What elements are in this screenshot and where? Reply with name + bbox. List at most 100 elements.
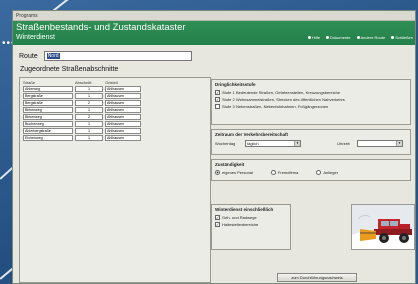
nav-close[interactable]: Schließen [391,35,413,41]
section-cell[interactable]: 2 [75,100,103,106]
urgency-checkbox[interactable]: ✓ [215,90,220,95]
urgency-item: ✓ Stufe 1 Bedeutende Straßen, Gefahrenstel… [212,89,410,96]
district-cell[interactable]: Ahlhausen [105,93,141,99]
street-cell[interactable]: Bergstraße [23,100,73,106]
street-cell[interactable]: Bergstraße [23,93,73,99]
nav-documents[interactable]: Dokumente [326,35,351,41]
table-row: Bergstraße 2 Ahlhausen [20,100,210,106]
weekday-select[interactable]: täglich ▼ [245,140,301,147]
proof-of-service-button[interactable]: zum Durchführungsnachweis [277,273,357,282]
nav-other-route[interactable]: Andere Route [356,35,385,41]
responsibility-radio[interactable] [316,170,322,175]
responsibility-title: Zuständigkeit [215,162,245,167]
responsibility-options: eigenes Personal Fremdfirma Anlieger [212,169,410,176]
urgency-item: ✓ Stufe 2 Wohnsammelstraßen, Strecken des … [212,96,410,103]
section-cell[interactable]: 1 [75,121,103,127]
column-header-street: Straße [23,80,36,85]
header-nav: Hilfe Dokumente Andere Route Schließen [308,35,413,41]
nav-help[interactable]: Hilfe [308,35,320,41]
weekday-value: täglich [247,141,259,146]
district-cell[interactable]: Ahlhausen [105,128,141,134]
street-cell[interactable]: Buchenweg [23,121,73,127]
section-cell[interactable]: 1 [75,86,103,92]
winter-label: Haltestellenbereiche [222,222,259,227]
chevron-down-icon: ▼ [396,141,402,146]
street-cell[interactable]: Birkenweg [23,107,73,113]
district-cell[interactable]: Ahlhausen [105,114,141,120]
bullet-icon [356,36,360,40]
route-row: Route Nord [19,51,192,61]
app-window: Programs Straßenbestands- und Zustandska… [12,10,416,284]
street-cell[interactable]: Ahlerbergstraße [23,128,73,134]
district-cell[interactable]: Ahlhausen [105,86,141,92]
district-cell[interactable]: Ahlhausen [105,100,141,106]
bullet-icon [391,36,395,40]
urgency-text: Bedeutende Straßen, Gefahrenstellen, Kre… [236,90,341,95]
winter-options: ✓ Geh- und Radwege ✓ Haltestellenbereiche [212,214,290,228]
column-header-section: Abschnitt [75,80,92,85]
winter-box: Winterdienst einschließlich ✓ Geh- und Ra… [211,204,291,250]
table-row: Birkenweg 1 Ahlhausen [20,107,210,113]
segments-panel: Straße Abschnitt Ortsteil Ahlerweg 1 Ahlha… [19,77,211,283]
urgency-title: Dringlichkeitsstufe [215,82,256,87]
route-label: Route [19,52,38,60]
responsibility-label: Fremdfirma [277,170,299,175]
winter-title: Winterdienst einschließlich [215,207,274,212]
timeframe-row: Wochentag täglich ▼ Uhrzeit ▼ [212,139,410,148]
chevron-down-icon: ▼ [294,141,300,146]
responsibility-label: Anlieger [323,170,339,175]
section-cell[interactable]: 1 [75,128,103,134]
segments-title: Zugeordnete Straßenabschnitte [20,66,119,73]
street-cell[interactable]: Ahlerweg [23,86,73,92]
winter-option: ✓ Geh- und Radwege [212,214,290,221]
app-header: Straßenbestands- und Zustandskataster Wi… [13,21,415,45]
section-cell[interactable]: 1 [75,107,103,113]
urgency-checkbox[interactable] [215,104,220,109]
district-cell[interactable]: Ahlhausen [105,121,141,127]
route-value: Nord [46,53,60,59]
section-cell[interactable]: 2 [75,114,103,120]
segments-table: Ahlerweg 1 Ahlhausen Bergstraße 1 Ahlhausen Be… [20,86,210,141]
urgency-list: ✓ Stufe 1 Bedeutende Straßen, Gefahrenstel… [212,89,410,110]
table-row: Buchenweg 1 Ahlhausen [20,121,210,127]
table-row: Bergstraße 1 Ahlhausen [20,93,210,99]
timeframe-box: Zeitraum der Verkehrsbereitschaft Wochen… [211,129,411,155]
winter-checkbox[interactable]: ✓ [215,215,220,220]
responsibility-box: Zuständigkeit eigenes Personal Fremdfirma… [211,159,411,181]
responsibility-radio[interactable] [270,170,276,175]
section-cell[interactable]: 1 [75,135,103,141]
app-title: Straßenbestands- und Zustandskataster [16,22,186,33]
bullet-icon [326,36,330,40]
urgency-checkbox[interactable]: ✓ [215,97,220,102]
winter-label: Geh- und Radwege [222,215,257,220]
table-row: Ahlerbergstraße 1 Ahlhausen [20,128,210,134]
timeframe-title: Zeitraum der Verkehrsbereitschaft [215,132,289,137]
time-select[interactable]: ▼ [357,140,403,147]
weekday-label: Wochentag [215,141,236,146]
district-cell[interactable]: Ahlhausen [105,107,141,113]
winter-checkbox[interactable]: ✓ [215,222,220,227]
time-label: Uhrzeit [337,141,350,146]
bullet-icon [308,36,312,40]
snowplow-icon [352,205,414,249]
district-cell[interactable]: Ahlhausen [105,135,141,141]
segments-header: Straße Abschnitt Ortsteil [20,78,210,86]
app-subtitle: Winterdienst [16,34,55,41]
responsibility-radio[interactable] [215,170,220,175]
winter-option: ✓ Haltestellenbereiche [212,221,290,228]
section-cell[interactable]: 1 [75,93,103,99]
route-input[interactable]: Nord [43,51,192,61]
urgency-level: Stufe 2 [222,97,235,102]
snowplow-photo [351,204,415,250]
table-row: Eichenweg 1 Ahlhausen [20,135,210,141]
street-cell[interactable]: Eichenweg [23,135,73,141]
street-cell[interactable]: Birkenweg [23,114,73,120]
column-header-district: Ortsteil [105,80,118,85]
urgency-level: Stufe 3 [222,104,235,109]
urgency-text: Nebenstraßen, Nebenfahrbahnen, Fußgänger… [236,104,329,109]
table-row: Ahlerweg 1 Ahlhausen [20,86,210,92]
urgency-level: Stufe 1 [222,90,235,95]
table-row: Birkenweg 2 Ahlhausen [20,114,210,120]
responsibility-label: eigenes Personal [222,170,253,175]
urgency-box: Dringlichkeitsstufe ✓ Stufe 1 Bedeutende S… [211,79,411,125]
